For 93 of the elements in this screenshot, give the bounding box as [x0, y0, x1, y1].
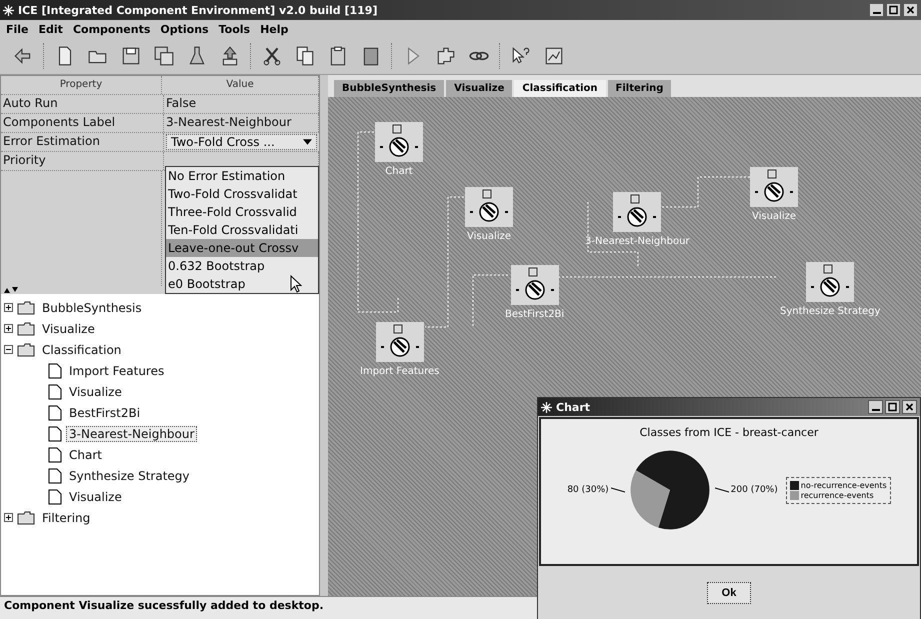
- chart-title: Classes from ICE - breast-cancer: [640, 426, 818, 439]
- component-node[interactable]: [510, 265, 559, 305]
- column-header[interactable]: Property: [1, 76, 162, 94]
- tree-item[interactable]: Visualize: [39, 320, 98, 336]
- node-label: Visualize: [752, 211, 796, 222]
- dropdown-option[interactable]: No Error Estimation: [166, 167, 318, 185]
- dropdown-option[interactable]: Three-Fold Crossvalid: [166, 203, 318, 221]
- maximize-button[interactable]: [885, 400, 900, 414]
- splitter-arrows-icon[interactable]: [4, 287, 18, 293]
- node-label: Synthesize Strategy: [780, 306, 880, 317]
- property-name: Priority: [1, 152, 164, 170]
- close-button[interactable]: [902, 400, 917, 414]
- menu-item[interactable]: Help: [260, 22, 288, 36]
- expand-icon[interactable]: [4, 324, 13, 333]
- window-title: ICE [Integrated Component Environment] v2.0 build [119]: [18, 4, 378, 16]
- menu-item[interactable]: Edit: [38, 22, 63, 36]
- dialog-title: Chart: [556, 400, 590, 414]
- folder-icon: [17, 342, 35, 356]
- minimize-icon: [872, 409, 880, 411]
- property-name: Components Label: [1, 114, 164, 132]
- component-node[interactable]: [750, 167, 798, 207]
- tab[interactable]: Filtering: [608, 80, 672, 97]
- document-icon: [48, 426, 62, 442]
- folder-icon: [17, 510, 35, 524]
- value-label: 80 (30%): [567, 485, 609, 495]
- expand-icon[interactable]: [4, 303, 13, 312]
- component-node[interactable]: [376, 322, 424, 362]
- document-icon: [48, 488, 62, 504]
- document-icon: [48, 404, 62, 420]
- document-icon: [48, 362, 62, 378]
- component-node[interactable]: [613, 192, 662, 232]
- tree-item[interactable]: Chart: [66, 446, 105, 462]
- tree-item[interactable]: Classification: [39, 342, 124, 358]
- node-label: Import Features: [360, 366, 440, 377]
- leader-line: [714, 487, 729, 493]
- tab[interactable]: BubbleSynthesis: [334, 80, 444, 97]
- tree-item[interactable]: Synthesize Strategy: [66, 468, 193, 484]
- maximize-icon: [887, 402, 898, 412]
- dropdown-option[interactable]: Leave-one-out Crossv: [166, 239, 318, 257]
- node-label: Chart: [385, 166, 413, 177]
- dropdown-option[interactable]: 0.632 Bootstrap: [166, 257, 318, 275]
- caret-icon: [303, 139, 312, 145]
- menu-item[interactable]: Tools: [218, 22, 250, 36]
- component-node[interactable]: [375, 122, 423, 162]
- sparkle-icon: [541, 402, 552, 412]
- property-value: False: [164, 95, 319, 113]
- tab[interactable]: Visualize: [446, 80, 512, 97]
- document-icon: [48, 446, 62, 462]
- close-button[interactable]: [903, 3, 918, 17]
- tree-item[interactable]: Import Features: [66, 362, 168, 378]
- property-name: Auto Run: [1, 95, 164, 113]
- value-label: 200 (70%): [730, 485, 778, 495]
- tree-item[interactable]: Filtering: [39, 510, 94, 526]
- minimize-button[interactable]: [869, 3, 884, 17]
- error-estimation-dropdown[interactable]: Two-Fold Cross ...: [166, 134, 317, 150]
- leader-line: [610, 487, 625, 493]
- component-node[interactable]: [806, 262, 854, 302]
- legend-label: no-recurrence-events: [800, 480, 887, 490]
- tree-item[interactable]: Visualize: [66, 488, 125, 504]
- tree-item[interactable]: BubbleSynthesis: [39, 300, 145, 316]
- folder-icon: [17, 300, 35, 314]
- node-label: Visualize: [466, 231, 512, 242]
- dropdown-option[interactable]: Two-Fold Crossvalidat: [166, 185, 318, 203]
- menu-item[interactable]: File: [6, 22, 29, 36]
- maximize-icon: [888, 5, 899, 15]
- property-value: 3-Nearest-Neighbour: [164, 114, 319, 132]
- tree-item[interactable]: BestFirst2Bi: [66, 404, 144, 420]
- collapse-icon[interactable]: [4, 345, 13, 354]
- legend-label: recurrence-events: [800, 490, 874, 500]
- node-label: BestFirst2Bi: [505, 309, 564, 320]
- dropdown-option[interactable]: Ten-Fold Crossvalidati: [166, 221, 318, 239]
- document-icon: [48, 384, 62, 400]
- column-header[interactable]: Value: [162, 76, 319, 94]
- tree-item[interactable]: Visualize: [66, 384, 125, 400]
- minimize-button[interactable]: [868, 400, 883, 414]
- minimize-icon: [872, 12, 880, 14]
- ok-button[interactable]: Ok: [706, 582, 752, 604]
- dropdown-option[interactable]: e0 Bootstrap: [166, 275, 318, 293]
- maximize-button[interactable]: [886, 3, 901, 17]
- tree-item[interactable]: 3-Nearest-Neighbour: [66, 426, 198, 442]
- mouse-cursor-icon: [290, 275, 302, 293]
- sparkle-icon: [3, 4, 14, 16]
- menu-item[interactable]: Components: [72, 22, 150, 36]
- folder-icon: [17, 322, 35, 336]
- tab[interactable]: Classification: [514, 80, 606, 97]
- property-name: Error Estimation: [1, 133, 164, 151]
- close-icon: [905, 5, 916, 15]
- node-label: 3-Nearest-Neighbour: [585, 236, 690, 247]
- component-node[interactable]: [465, 187, 513, 227]
- document-icon: [48, 468, 62, 484]
- expand-icon[interactable]: [4, 513, 13, 522]
- menu-item[interactable]: Options: [160, 22, 209, 36]
- close-icon: [904, 402, 915, 412]
